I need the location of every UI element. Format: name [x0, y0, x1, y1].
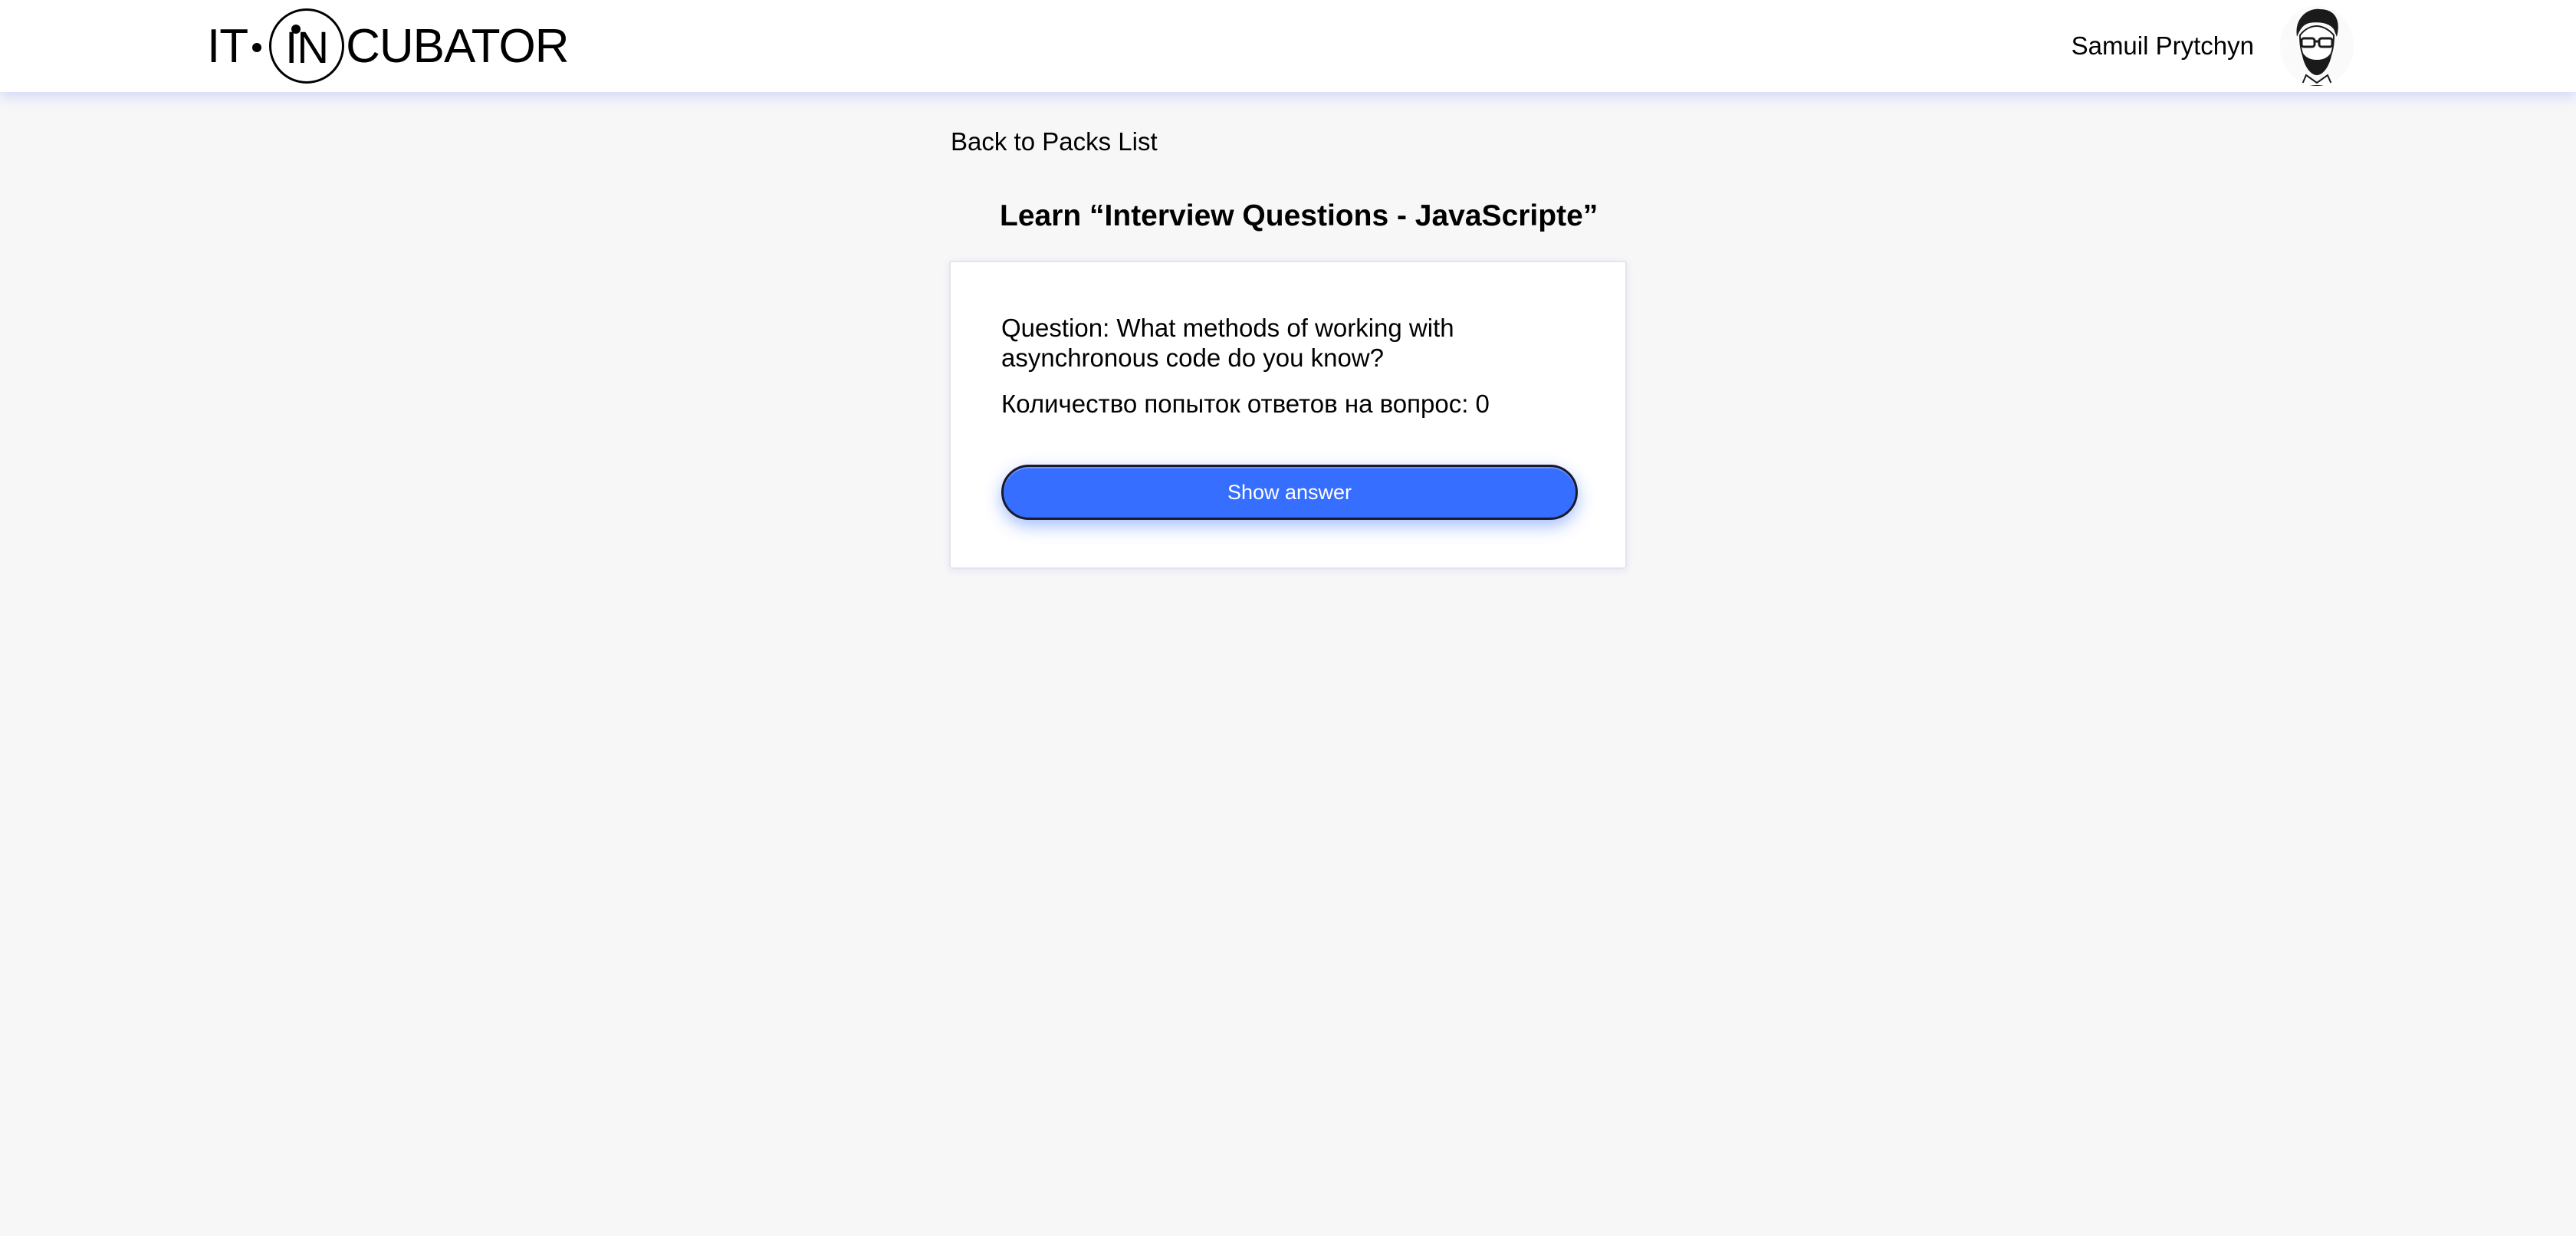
logo-cubator-text: CUBATOR	[346, 19, 569, 73]
user-avatar-icon	[2296, 8, 2338, 86]
user-menu[interactable]: Samuil Prytchyn	[2072, 6, 2354, 86]
logo-dot	[252, 43, 262, 52]
attempts-count: Количество попыток ответов на вопрос: 0	[1001, 390, 1490, 418]
it-incubator-logo[interactable]: IT IN CUBATOR	[207, 6, 570, 86]
question-text: Question: What methods of working with a…	[1001, 314, 1454, 372]
logo-in-text: IN	[285, 22, 329, 73]
show-answer-button[interactable]: Show answer	[1001, 465, 1578, 520]
user-name: Samuil Prytchyn	[2071, 31, 2254, 60]
learn-card: Question: What methods of working with a…	[949, 261, 1627, 569]
avatar[interactable]	[2280, 6, 2354, 86]
logo-circle: IN	[269, 8, 345, 84]
top-header: IT IN CUBATOR Samuil Prytchyn	[0, 0, 2576, 92]
back-to-packs-link[interactable]: Back to Packs List	[951, 127, 1158, 156]
page-title: Learn “Interview Questions - JavaScripte…	[1000, 199, 1598, 232]
logo-it-text: IT	[207, 19, 248, 73]
